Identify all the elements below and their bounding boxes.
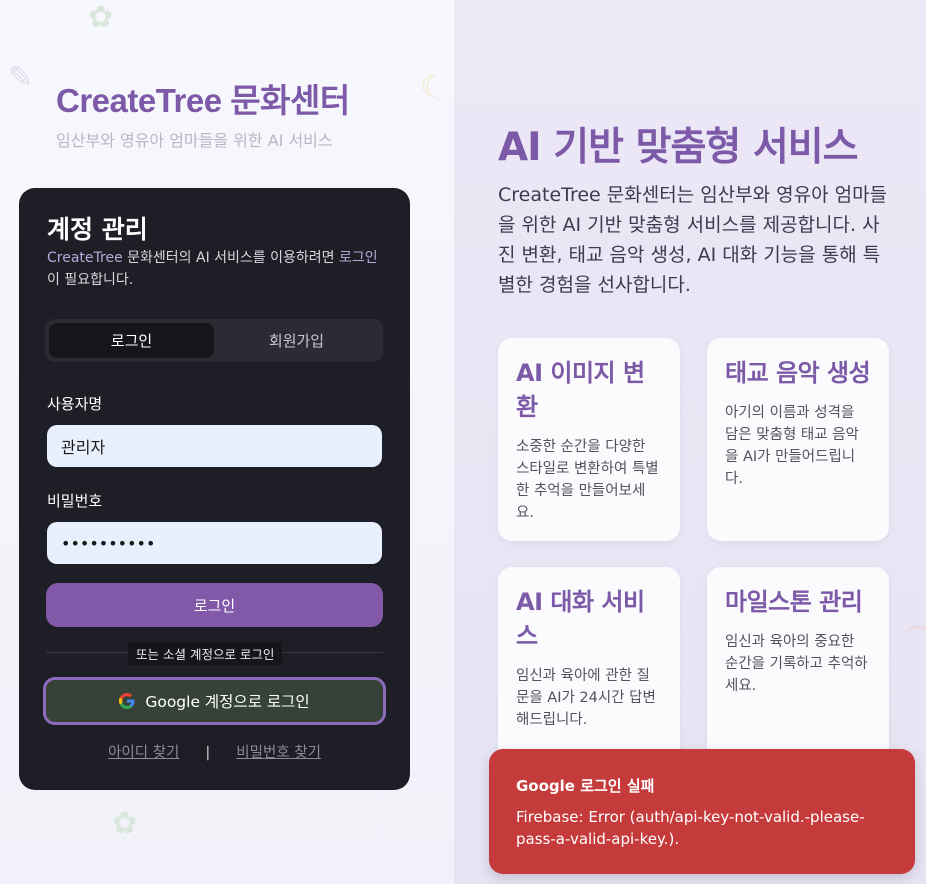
brand-title: CreateTree 문화센터 xyxy=(56,82,350,119)
description-suffix: 이 필요합니다. xyxy=(47,272,134,288)
feature-card-milestone: 마일스톤 관리 임신과 육아의 중요한 순간을 기록하고 추억하세요. xyxy=(707,567,889,770)
username-label: 사용자명 xyxy=(47,395,103,413)
google-icon xyxy=(119,693,135,709)
feature-title: 태교 음악 생성 xyxy=(725,359,871,387)
feature-card-image: AI 이미지 변환 소중한 순간을 다양한 스타일로 변환하여 특별한 추억을 … xyxy=(498,338,680,541)
account-card: 계정 관리 CreateTree 문화센터의 AI 서비스를 이용하려면 로그인… xyxy=(19,188,410,790)
moon-icon: ☾ xyxy=(420,70,447,105)
promo-title: AI 기반 맞춤형 서비스 xyxy=(498,125,858,170)
feature-text: 임신과 육아의 중요한 순간을 기록하고 추억하세요. xyxy=(725,634,868,694)
card-description: CreateTree 문화센터의 AI 서비스를 이용하려면 로그인이 필요합니… xyxy=(47,247,387,291)
brand-tagline: 임산부와 영유아 엄마들을 위한 AI 서비스 xyxy=(56,131,333,150)
description-login: 로그인 xyxy=(338,250,378,266)
google-button-label: Google 계정으로 로그인 xyxy=(145,693,310,711)
account-links: 아이디 찾기 | 비밀번호 찾기 xyxy=(19,741,410,762)
feature-title: 마일스톤 관리 xyxy=(725,588,863,616)
toast-title: Google 로그인 실패 xyxy=(516,777,655,795)
find-id-link[interactable]: 아이디 찾기 xyxy=(108,745,179,761)
password-label: 비밀번호 xyxy=(47,492,103,510)
feature-text: 아기의 이름과 성격을 담은 맞춤형 태교 음악을 AI가 만들어드립니다. xyxy=(725,405,859,487)
feature-text: 임신과 육아에 관한 질문을 AI가 24시간 답변해드립니다. xyxy=(516,668,656,728)
password-input[interactable] xyxy=(47,522,382,564)
description-brand: CreateTree xyxy=(47,250,123,266)
feature-card-music: 태교 음악 생성 아기의 이름과 성격을 담은 맞춤형 태교 음악을 AI가 만… xyxy=(707,338,889,541)
divider-label: 또는 소셜 계정으로 로그인 xyxy=(128,642,283,665)
login-button[interactable]: 로그인 xyxy=(46,583,383,627)
card-title: 계정 관리 xyxy=(47,215,148,244)
description-text: 문화센터의 AI 서비스를 이용하려면 xyxy=(122,250,339,266)
auth-tabs: 로그인 회원가입 xyxy=(45,319,383,362)
link-separator: | xyxy=(205,745,211,761)
tab-login[interactable]: 로그인 xyxy=(49,323,214,358)
feature-title: AI 대화 서비스 xyxy=(516,588,645,650)
username-input[interactable] xyxy=(47,425,382,467)
leaf-icon: ✿ xyxy=(88,0,114,35)
promo-description: CreateTree 문화센터는 임산부와 영유아 엄마들을 위한 AI 기반 … xyxy=(498,184,888,296)
toast-message: Firebase: Error (auth/api-key-not-valid.… xyxy=(516,808,865,848)
find-password-link[interactable]: 비밀번호 찾기 xyxy=(236,745,321,761)
feature-title: AI 이미지 변환 xyxy=(516,359,645,421)
google-login-button[interactable]: Google 계정으로 로그인 xyxy=(43,677,386,725)
feature-text: 소중한 순간을 다양한 스타일로 변환하여 특별한 추억을 만들어보세요. xyxy=(516,439,659,521)
tab-signup[interactable]: 회원가입 xyxy=(214,323,379,358)
rainbow-icon: ⌒ xyxy=(907,626,926,651)
error-toast[interactable]: Google 로그인 실패 Firebase: Error (auth/api-… xyxy=(489,749,915,874)
flower-icon: ✿ xyxy=(112,806,138,841)
feature-card-chat: AI 대화 서비스 임신과 육아에 관한 질문을 AI가 24시간 답변해드립니… xyxy=(498,567,680,770)
bottle-icon: ✎ xyxy=(8,60,34,95)
